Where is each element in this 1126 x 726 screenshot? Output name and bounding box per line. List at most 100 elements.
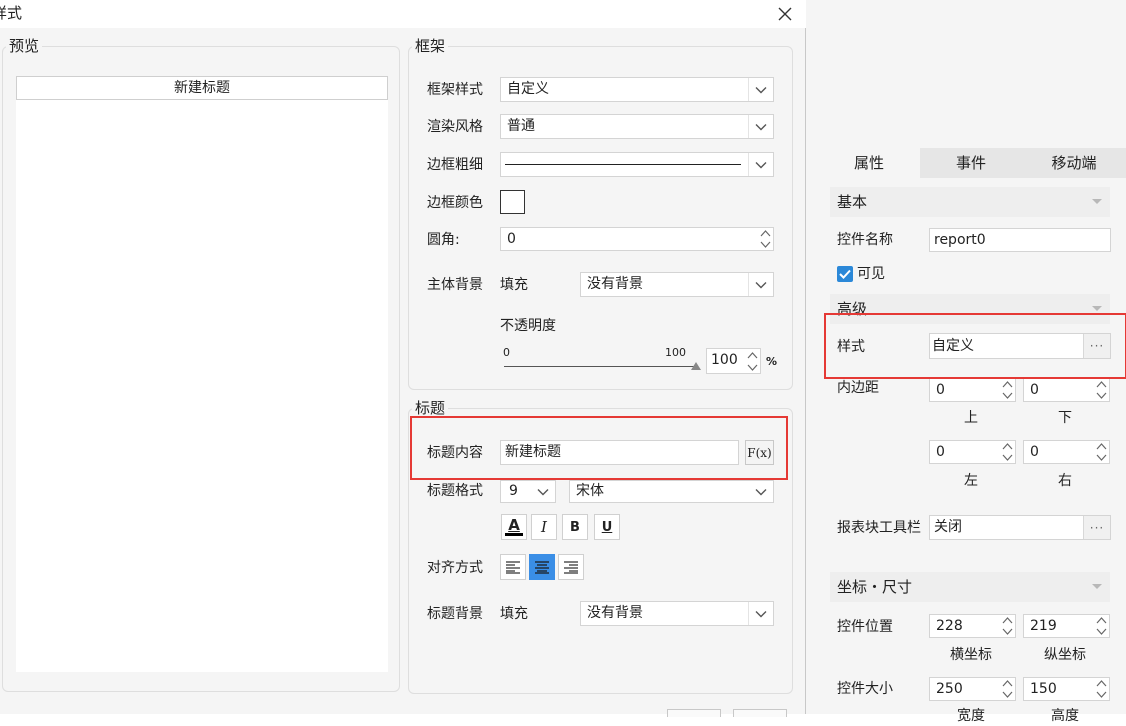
section-advanced-header[interactable]: 高级 [830, 294, 1110, 324]
spinner-icon[interactable] [1093, 678, 1109, 700]
padding-bottom-caption: 下 [1058, 410, 1072, 426]
underline-button[interactable]: U [594, 514, 620, 540]
collapse-chevron-icon[interactable] [1092, 584, 1102, 589]
border-color-label: 边框颜色 [427, 195, 483, 211]
title-background-select[interactable]: 没有背景 [580, 601, 774, 626]
style-label: 样式 [837, 339, 865, 355]
formula-button[interactable]: F(x) [745, 440, 774, 465]
padding-bottom-input[interactable]: 0 [1023, 378, 1110, 402]
size-label: 控件大小 [837, 681, 893, 697]
control-name-input[interactable]: report0 [929, 228, 1111, 252]
corner-radius-label: 圆角: [427, 232, 460, 248]
tab-mobile[interactable]: 移动端 [1022, 148, 1126, 178]
spinner-icon[interactable] [1093, 379, 1109, 401]
position-label: 控件位置 [837, 619, 893, 635]
chevron-down-icon[interactable] [748, 153, 773, 176]
frame-style-select[interactable]: 自定义 [500, 77, 774, 102]
corner-radius-input[interactable]: 0 [500, 227, 774, 251]
opacity-slider-track[interactable] [504, 366, 698, 367]
ok-button[interactable] [667, 709, 721, 717]
check-icon [839, 269, 851, 279]
padding-label: 内边距 [837, 380, 879, 396]
collapse-chevron-icon[interactable] [1092, 199, 1102, 204]
style-value: 自定义 [932, 338, 974, 354]
style-more-button[interactable]: ··· [1083, 334, 1110, 358]
size-h-caption: 高度 [1051, 708, 1079, 724]
formula-icon: F(x) [747, 445, 772, 460]
font-size-value: 9 [509, 483, 518, 499]
opacity-slider-thumb[interactable] [691, 362, 701, 370]
position-x-caption: 横坐标 [950, 647, 992, 663]
toolbar-field[interactable]: 关闭 ··· [929, 515, 1111, 540]
spinner-icon[interactable] [999, 441, 1015, 463]
align-right-button[interactable] [558, 554, 584, 580]
body-background-label: 主体背景 [427, 277, 483, 293]
chevron-down-icon[interactable] [531, 481, 555, 502]
title-content-value: 新建标题 [505, 444, 561, 460]
tab-properties[interactable]: 属性 [818, 148, 920, 178]
dialog-title: 样式 [0, 4, 23, 22]
font-color-swatch [505, 533, 523, 536]
opacity-input[interactable]: 100 [706, 348, 761, 374]
spinner-icon[interactable] [1093, 615, 1109, 637]
preview-title-text: 新建标题 [174, 80, 230, 96]
padding-bottom-value: 0 [1030, 382, 1039, 398]
padding-left-input[interactable]: 0 [929, 440, 1016, 464]
spinner-icon[interactable] [999, 379, 1015, 401]
render-style-select[interactable]: 普通 [500, 114, 774, 139]
size-h-input[interactable]: 150 [1023, 677, 1110, 701]
control-name-label: 控件名称 [837, 232, 893, 248]
title-content-label: 标题内容 [427, 445, 483, 461]
position-x-input[interactable]: 228 [929, 614, 1016, 638]
chevron-down-icon[interactable] [749, 481, 773, 502]
toolbar-more-button[interactable]: ··· [1083, 516, 1110, 539]
body-background-value: 没有背景 [587, 276, 643, 292]
spinner-icon[interactable] [999, 615, 1015, 637]
body-background-select[interactable]: 没有背景 [580, 272, 774, 297]
section-basic-header[interactable]: 基本 [830, 187, 1110, 217]
opacity-value: 100 [711, 352, 738, 368]
spinner-icon[interactable] [1093, 441, 1109, 463]
border-width-label: 边框粗细 [427, 157, 483, 173]
font-size-select[interactable]: 9 [500, 480, 556, 503]
preview-group-title: 预览 [6, 37, 43, 55]
align-left-button[interactable] [500, 554, 526, 580]
bold-button[interactable]: B [562, 514, 588, 540]
title-background-fill-label: 填充 [500, 606, 528, 622]
border-width-select[interactable] [500, 152, 774, 177]
chevron-down-icon[interactable] [748, 78, 773, 101]
tab-events[interactable]: 事件 [920, 148, 1022, 178]
spinner-icon[interactable] [744, 349, 760, 373]
chevron-down-icon[interactable] [748, 602, 773, 625]
position-y-input[interactable]: 219 [1023, 614, 1110, 638]
size-w-input[interactable]: 250 [929, 677, 1016, 701]
spinner-icon[interactable] [757, 228, 773, 250]
italic-button[interactable]: I [531, 514, 557, 540]
visible-checkbox[interactable] [837, 266, 853, 282]
section-basic-title: 基本 [837, 193, 868, 211]
font-color-button[interactable]: A [501, 514, 527, 540]
preview-canvas [16, 76, 388, 672]
spinner-icon[interactable] [999, 678, 1015, 700]
cancel-button[interactable] [733, 709, 787, 717]
align-center-button[interactable] [529, 554, 555, 580]
padding-top-input[interactable]: 0 [929, 378, 1016, 402]
frame-style-label: 框架样式 [427, 82, 483, 98]
underline-icon: U [601, 519, 613, 535]
border-color-swatch[interactable] [500, 190, 525, 214]
section-coords-title: 坐标・尺寸 [837, 578, 913, 596]
corner-radius-value: 0 [507, 231, 516, 247]
align-label: 对齐方式 [427, 560, 483, 576]
chevron-down-icon[interactable] [748, 115, 773, 138]
padding-right-input[interactable]: 0 [1023, 440, 1110, 464]
size-h-value: 150 [1030, 681, 1057, 697]
chevron-down-icon[interactable] [748, 273, 773, 296]
style-field[interactable]: 自定义 ··· [929, 333, 1111, 359]
collapse-chevron-icon[interactable] [1092, 306, 1102, 311]
close-icon[interactable] [774, 3, 796, 25]
title-content-input[interactable]: 新建标题 [500, 440, 739, 465]
render-style-label: 渲染风格 [427, 119, 483, 135]
section-coords-header[interactable]: 坐标・尺寸 [830, 572, 1110, 602]
dialog-titlebar [0, 0, 806, 28]
font-family-select[interactable]: 宋体 [569, 480, 774, 503]
